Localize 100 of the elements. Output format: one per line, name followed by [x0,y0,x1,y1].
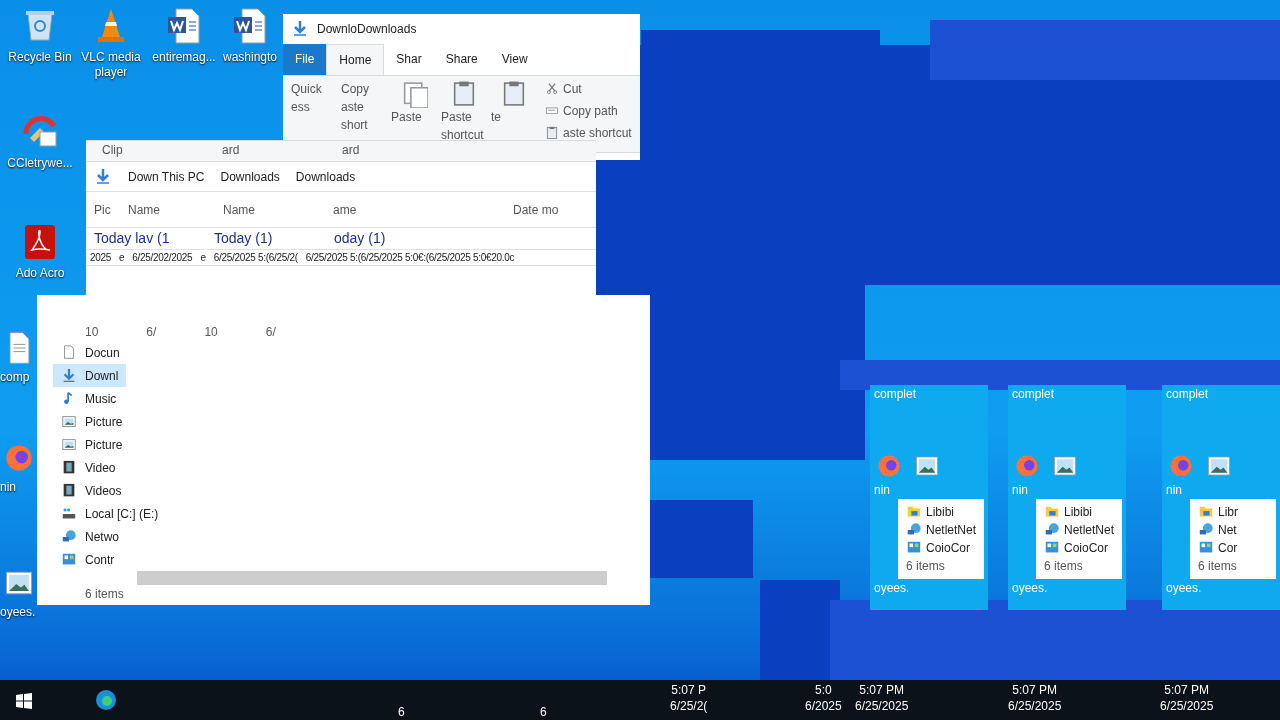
ribbon-tab[interactable]: Shar [384,44,434,75]
clock-time: 5:07 PM [858,682,906,699]
clock-time: 5:07 P [670,682,708,699]
desktop-icon-label: nin [1012,482,1029,499]
ribbon-group-label: ard [221,142,241,159]
clock-time: 5:07 PM [1011,682,1059,699]
nav-item[interactable]: CoioCor [926,539,970,557]
ribbon-tab[interactable]: Home [326,44,385,75]
nav-item[interactable]: Cor [1218,539,1238,557]
nav-item[interactable]: CoioCor [1064,539,1108,557]
desktop-icon-label: nin [1166,482,1183,499]
column-header[interactable]: Name [215,192,325,227]
picture-icon [61,436,77,453]
nav-item[interactable]: Video [53,456,124,479]
status-text: 6 items [906,558,946,575]
film-icon [61,459,77,476]
date-fragment: 6/ [146,324,157,341]
nav-item[interactable]: Downl [53,364,127,387]
nav-item[interactable]: Local [C:] (E:) [53,502,167,525]
desktop-icon-label: complet [874,386,918,403]
desktop-icon-label: oyees. [1166,580,1203,597]
nav-item[interactable]: Videos [53,479,130,502]
ribbon-group-label: ard [341,142,361,159]
nav-item[interactable]: Picture [53,410,131,433]
table-cell-text: e [199,251,207,265]
taskbar-clock[interactable]: 5:07 P 6/25/2( [670,682,708,715]
scrollbar[interactable] [137,571,607,585]
ribbon-tab[interactable]: File [283,44,327,75]
document-icon [61,344,77,361]
desktop-icon-label: oyees. [874,580,911,597]
window-title: DownloDownloads [317,21,417,38]
nav-item[interactable]: Music [53,387,125,410]
desktop-icon-label: nin [874,482,891,499]
down-arrow-icon [291,20,309,38]
nav-item[interactable]: Libibi [1064,503,1093,521]
column-header[interactable]: ame [325,192,505,227]
status-text: 6 items [84,586,125,603]
taskbar-clock[interactable]: 5:07 PM 6/25/2025 [855,682,909,715]
ribbon-label[interactable]: Paste [391,108,437,126]
nav-item[interactable]: Net [1218,521,1237,539]
ribbon-command[interactable]: aste shortcut [563,124,632,142]
table-cell-text: 6/25/2025 5:(6/25/2025 5:0€:(6/25/2025 5:0€20.0c [304,251,516,265]
desktop-icon-label: oyees. [1012,580,1049,597]
nav-item[interactable]: Picture [53,433,131,456]
status-text: 6 items [1198,558,1238,575]
ribbon-tab[interactable]: View [489,44,540,75]
picture-icon [61,413,77,430]
nav-item[interactable]: Netwo [53,525,127,548]
nav-item[interactable]: Contr [53,548,123,571]
clock-date: 6/25/2025 [855,698,909,715]
table-cell-text: 6/25/2025 5:(6/25/2( [212,251,299,265]
taskbar-clock[interactable]: 5:07 PM 6/25/2025 [1160,682,1214,715]
ribbon-label[interactable]: Quick ess [291,80,337,116]
clock-date: 6/25/2025 [1160,698,1214,715]
browser-icon[interactable] [94,688,118,712]
table-cell-text: 2025 [89,251,113,265]
nav-item[interactable]: NetletNet [1063,521,1114,539]
table-cell-text: e [118,251,126,265]
scissors-icon [545,82,559,96]
breadcrumb-item[interactable]: Downloads [220,167,280,186]
taskbar-clock[interactable]: 5:0 6/2025 [805,682,842,715]
nav-item[interactable]: Libibi [926,503,955,521]
group-header[interactable]: Today (1) [206,228,326,249]
ribbon-label[interactable]: Paste shortcut [441,108,487,144]
group-header[interactable]: oday (1) [326,228,446,249]
taskbar-clock[interactable]: 5:07 PM 6/25/2025 [1008,682,1062,715]
nav-item[interactable]: Docun [53,341,128,364]
date-fragment: 6/ [265,324,276,341]
date-fragment: 6 [398,704,405,720]
nav-item[interactable]: NetletNet [925,521,976,539]
windows-start-icon[interactable] [16,692,32,709]
desktop-icon-label: complet [1012,386,1056,403]
film-icon [61,482,77,499]
desktop-icon-label[interactable]: oyees. [0,605,37,620]
date-fragment: 10 [204,324,218,341]
clock-date: 6/25/2( [670,698,708,715]
ribbon-tab[interactable]: Share [433,44,490,75]
down-arrow-icon [61,367,77,384]
ribbon-label[interactable]: Copy aste short [341,80,387,134]
down-arrow-icon [94,167,112,186]
group-header[interactable]: Today lav (1 [86,228,206,249]
ribbon-command[interactable]: Cut [563,80,582,98]
breadcrumb-item[interactable]: Down This PC [128,167,205,186]
ribbon-label[interactable]: te [491,108,537,126]
clock-time: 5:0 [814,682,833,699]
clipboard-icon [545,126,559,140]
date-fragment: 10 [85,324,99,341]
ribbon-command[interactable]: Copy path [563,102,618,120]
clock-time: 5:07 PM [1163,682,1211,699]
column-header[interactable]: Date mo [505,192,575,227]
column-header[interactable]: Name [120,192,215,227]
nav-item[interactable]: Libr [1218,503,1238,521]
clock-date: 6/2025 [805,698,842,715]
date-fragment: 6 [540,704,547,720]
desktop-icon-label: complet [1166,386,1210,403]
clock-date: 6/25/2025 [1008,698,1062,715]
breadcrumb-item[interactable]: Downloads [295,167,356,186]
column-header[interactable]: Pic [86,192,120,227]
table-cell-text: 6/25/202/2025 [131,251,194,265]
ribbon-group-label: Clip [101,142,124,159]
